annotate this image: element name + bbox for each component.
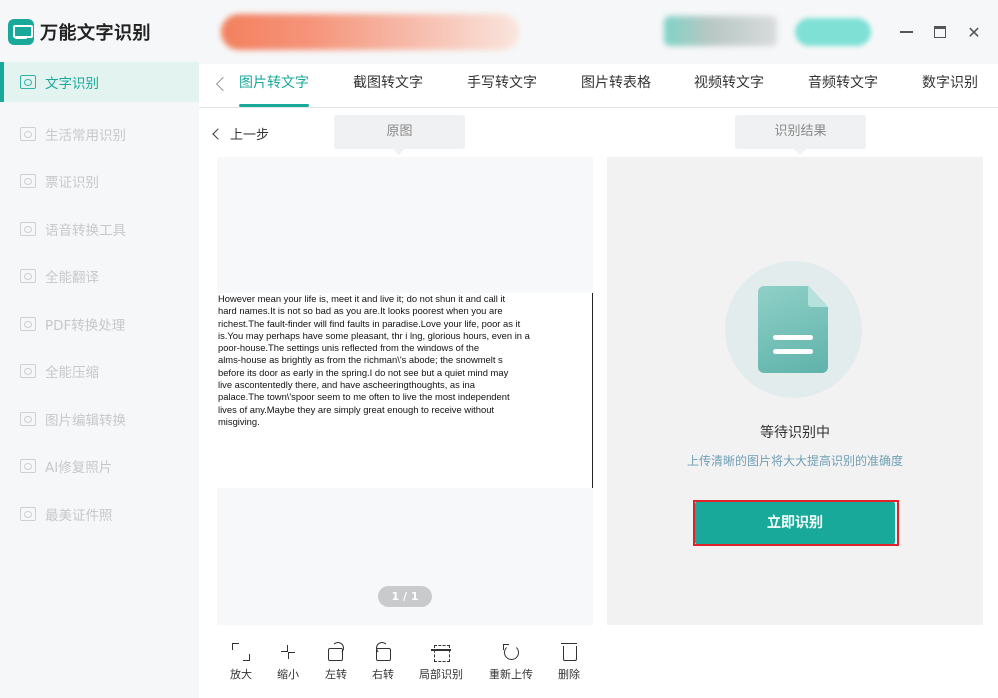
sidebar-item-label: 票证识别	[45, 175, 99, 192]
voice-convert-icon	[20, 221, 36, 236]
app-logo-icon	[8, 19, 34, 45]
zoom-out-button[interactable]: 缩小	[263, 642, 313, 682]
tab-number-recognition[interactable]: 数字识别	[922, 64, 978, 107]
tab-video-to-text[interactable]: 视频转文字	[694, 64, 764, 107]
tab-handwriting-to-text[interactable]: 手写转文字	[467, 64, 537, 107]
chevron-left-icon	[212, 128, 224, 140]
tab-screenshot-to-text[interactable]: 截图转文字	[353, 64, 423, 107]
sidebar-item-daily-recognition[interactable]: 生活常用识别	[0, 110, 199, 158]
sidebar-item-pdf[interactable]: PDF转换处理	[0, 300, 199, 348]
sidebar-nav: 文字识别 生活常用识别 票证识别 语音转换工具 全能翻译 PDF转换处理 全能压…	[0, 62, 199, 538]
rotate-right-icon	[373, 642, 393, 662]
sidebar-item-id-photo[interactable]: 最美证件照	[0, 490, 199, 538]
sidebar-item-translate[interactable]: 全能翻译	[0, 253, 199, 301]
promo-banner[interactable]	[221, 14, 519, 50]
sidebar-item-voice-tools[interactable]: 语音转换工具	[0, 205, 199, 253]
tab-image-to-table[interactable]: 图片转表格	[581, 64, 651, 107]
scan-icon	[20, 174, 36, 189]
status-hint: 上传清晰的图片将大大提高识别的准确度	[686, 454, 903, 468]
pdf-icon	[20, 316, 36, 331]
recognize-now-button[interactable]: 立即识别	[695, 502, 895, 544]
partial-recognize-label: 局部识别	[419, 668, 463, 681]
sidebar: 万能文字识别 文字识别 生活常用识别 票证识别 语音转换工具 全能翻译 PDF转…	[0, 0, 199, 698]
sidebar-item-label: 生活常用识别	[45, 127, 126, 144]
maximize-button[interactable]	[930, 22, 950, 42]
status-title: 等待识别中	[760, 425, 830, 441]
zoom-in-label: 放大	[230, 668, 252, 681]
document-text: However mean your life is, meet it and l…	[218, 293, 530, 427]
scan-icon	[20, 126, 36, 141]
original-image-label: 原图	[334, 115, 465, 155]
vip-button[interactable]	[795, 18, 871, 46]
rotate-left-label: 左转	[325, 668, 347, 681]
minimize-button[interactable]	[896, 22, 916, 42]
reload-icon	[501, 642, 521, 662]
document-image: However mean your life is, meet it and l…	[217, 293, 593, 488]
delete-label: 删除	[558, 668, 580, 681]
close-button[interactable]: ✕	[964, 22, 984, 42]
sidebar-item-label: 图片编辑转换	[45, 412, 126, 429]
prev-step-button[interactable]: 上一步	[212, 124, 270, 143]
sidebar-item-label: PDF转换处理	[45, 317, 126, 334]
zoom-out-label: 缩小	[277, 668, 299, 681]
sidebar-item-image-edit[interactable]: 图片编辑转换	[0, 395, 199, 443]
page-indicator: 1 / 1	[378, 586, 432, 607]
reupload-label: 重新上传	[489, 668, 533, 681]
id-photo-icon	[20, 506, 36, 521]
rotate-left-icon	[326, 642, 346, 662]
scan-icon	[20, 75, 36, 89]
partial-recognize-button[interactable]: 局部识别	[416, 642, 466, 682]
sidebar-item-compress[interactable]: 全能压缩	[0, 348, 199, 396]
app-brand: 万能文字识别	[8, 16, 151, 48]
rotate-right-button[interactable]: 右转	[358, 642, 408, 682]
delete-button[interactable]: 删除	[544, 642, 594, 682]
prev-step-label: 上一步	[230, 128, 270, 143]
compress-icon	[20, 364, 36, 379]
crop-icon	[431, 642, 451, 662]
photo-repair-icon	[20, 459, 36, 474]
sidebar-item-label: 语音转换工具	[45, 222, 126, 239]
trash-icon	[559, 642, 579, 662]
original-image-panel: However mean your life is, meet it and l…	[217, 157, 593, 625]
sidebar-item-text-recognition[interactable]: 文字识别	[0, 62, 199, 102]
rotate-left-button[interactable]: 左转	[311, 642, 361, 682]
result-panel: 等待识别中 上传清晰的图片将大大提高识别的准确度 立即识别	[607, 157, 983, 625]
sidebar-item-ticket-recognition[interactable]: 票证识别	[0, 158, 199, 206]
sidebar-item-label: 最美证件照	[45, 507, 113, 524]
translate-icon	[20, 269, 36, 284]
title-bar: ✕	[199, 0, 998, 64]
tab-image-to-text[interactable]: 图片转文字	[239, 64, 309, 107]
feature-tabs: 图片转文字 截图转文字 手写转文字 图片转表格 视频转文字 音频转文字 数字识别	[199, 64, 998, 108]
document-placeholder	[725, 261, 862, 398]
sidebar-item-label: 文字识别	[45, 76, 99, 92]
sidebar-item-label: 全能压缩	[45, 365, 99, 382]
sidebar-item-label: AI修复照片	[45, 460, 113, 477]
result-label: 识别结果	[735, 115, 866, 155]
expand-icon	[231, 642, 251, 662]
document-line	[773, 349, 813, 354]
document-line	[773, 335, 813, 340]
reupload-button[interactable]: 重新上传	[486, 642, 536, 682]
shrink-icon	[278, 642, 298, 662]
user-account[interactable]	[664, 16, 777, 46]
image-edit-icon	[20, 411, 36, 426]
tab-scroll-left-icon[interactable]	[213, 74, 229, 94]
tab-audio-to-text[interactable]: 音频转文字	[808, 64, 878, 107]
app-name: 万能文字识别	[40, 23, 151, 44]
sidebar-item-label: 全能翻译	[45, 270, 99, 287]
zoom-in-button[interactable]: 放大	[216, 642, 266, 682]
sidebar-item-ai-photo-repair[interactable]: AI修复照片	[0, 443, 199, 491]
rotate-right-label: 右转	[372, 668, 394, 681]
